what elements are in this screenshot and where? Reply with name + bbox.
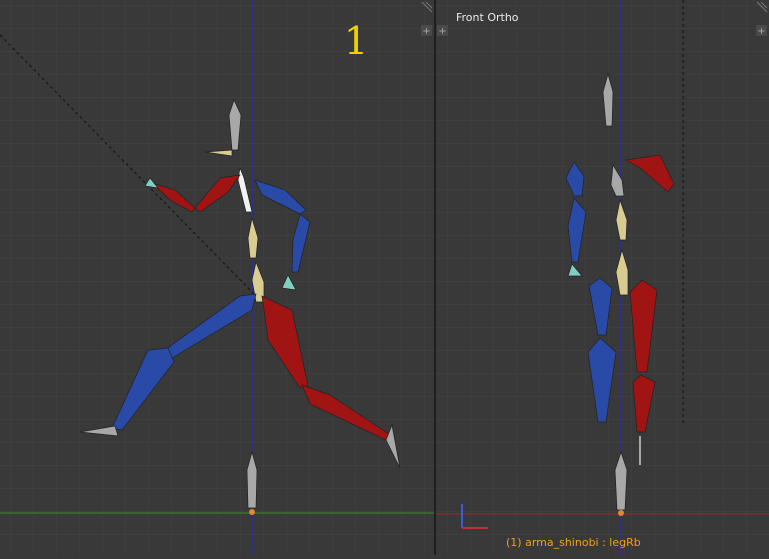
frame-number: 1 [344, 19, 369, 63]
viewport-divider[interactable] [434, 0, 436, 555]
active-object-status: (1) arma_shinobi : legRb [506, 536, 641, 549]
blender-editor: + + + 1 Front Ortho (1) arma_shinobi: l… [0, 0, 769, 555]
root-origin [249, 509, 255, 515]
viewport-expand-icon[interactable]: + [437, 25, 448, 37]
left-viewport[interactable]: + [0, 0, 434, 555]
root-origin-front [618, 510, 624, 516]
viewport-title: Front Ortho [456, 11, 519, 24]
viewport-expand-icon[interactable]: + [756, 25, 767, 37]
svg-text:+: + [757, 26, 765, 37]
svg-text:+: + [438, 26, 446, 37]
viewport-canvas: + + + [0, 0, 769, 555]
viewport-expand-icon[interactable]: + [421, 25, 432, 37]
right-viewport[interactable]: + + [436, 0, 769, 555]
svg-text:+: + [422, 26, 430, 37]
